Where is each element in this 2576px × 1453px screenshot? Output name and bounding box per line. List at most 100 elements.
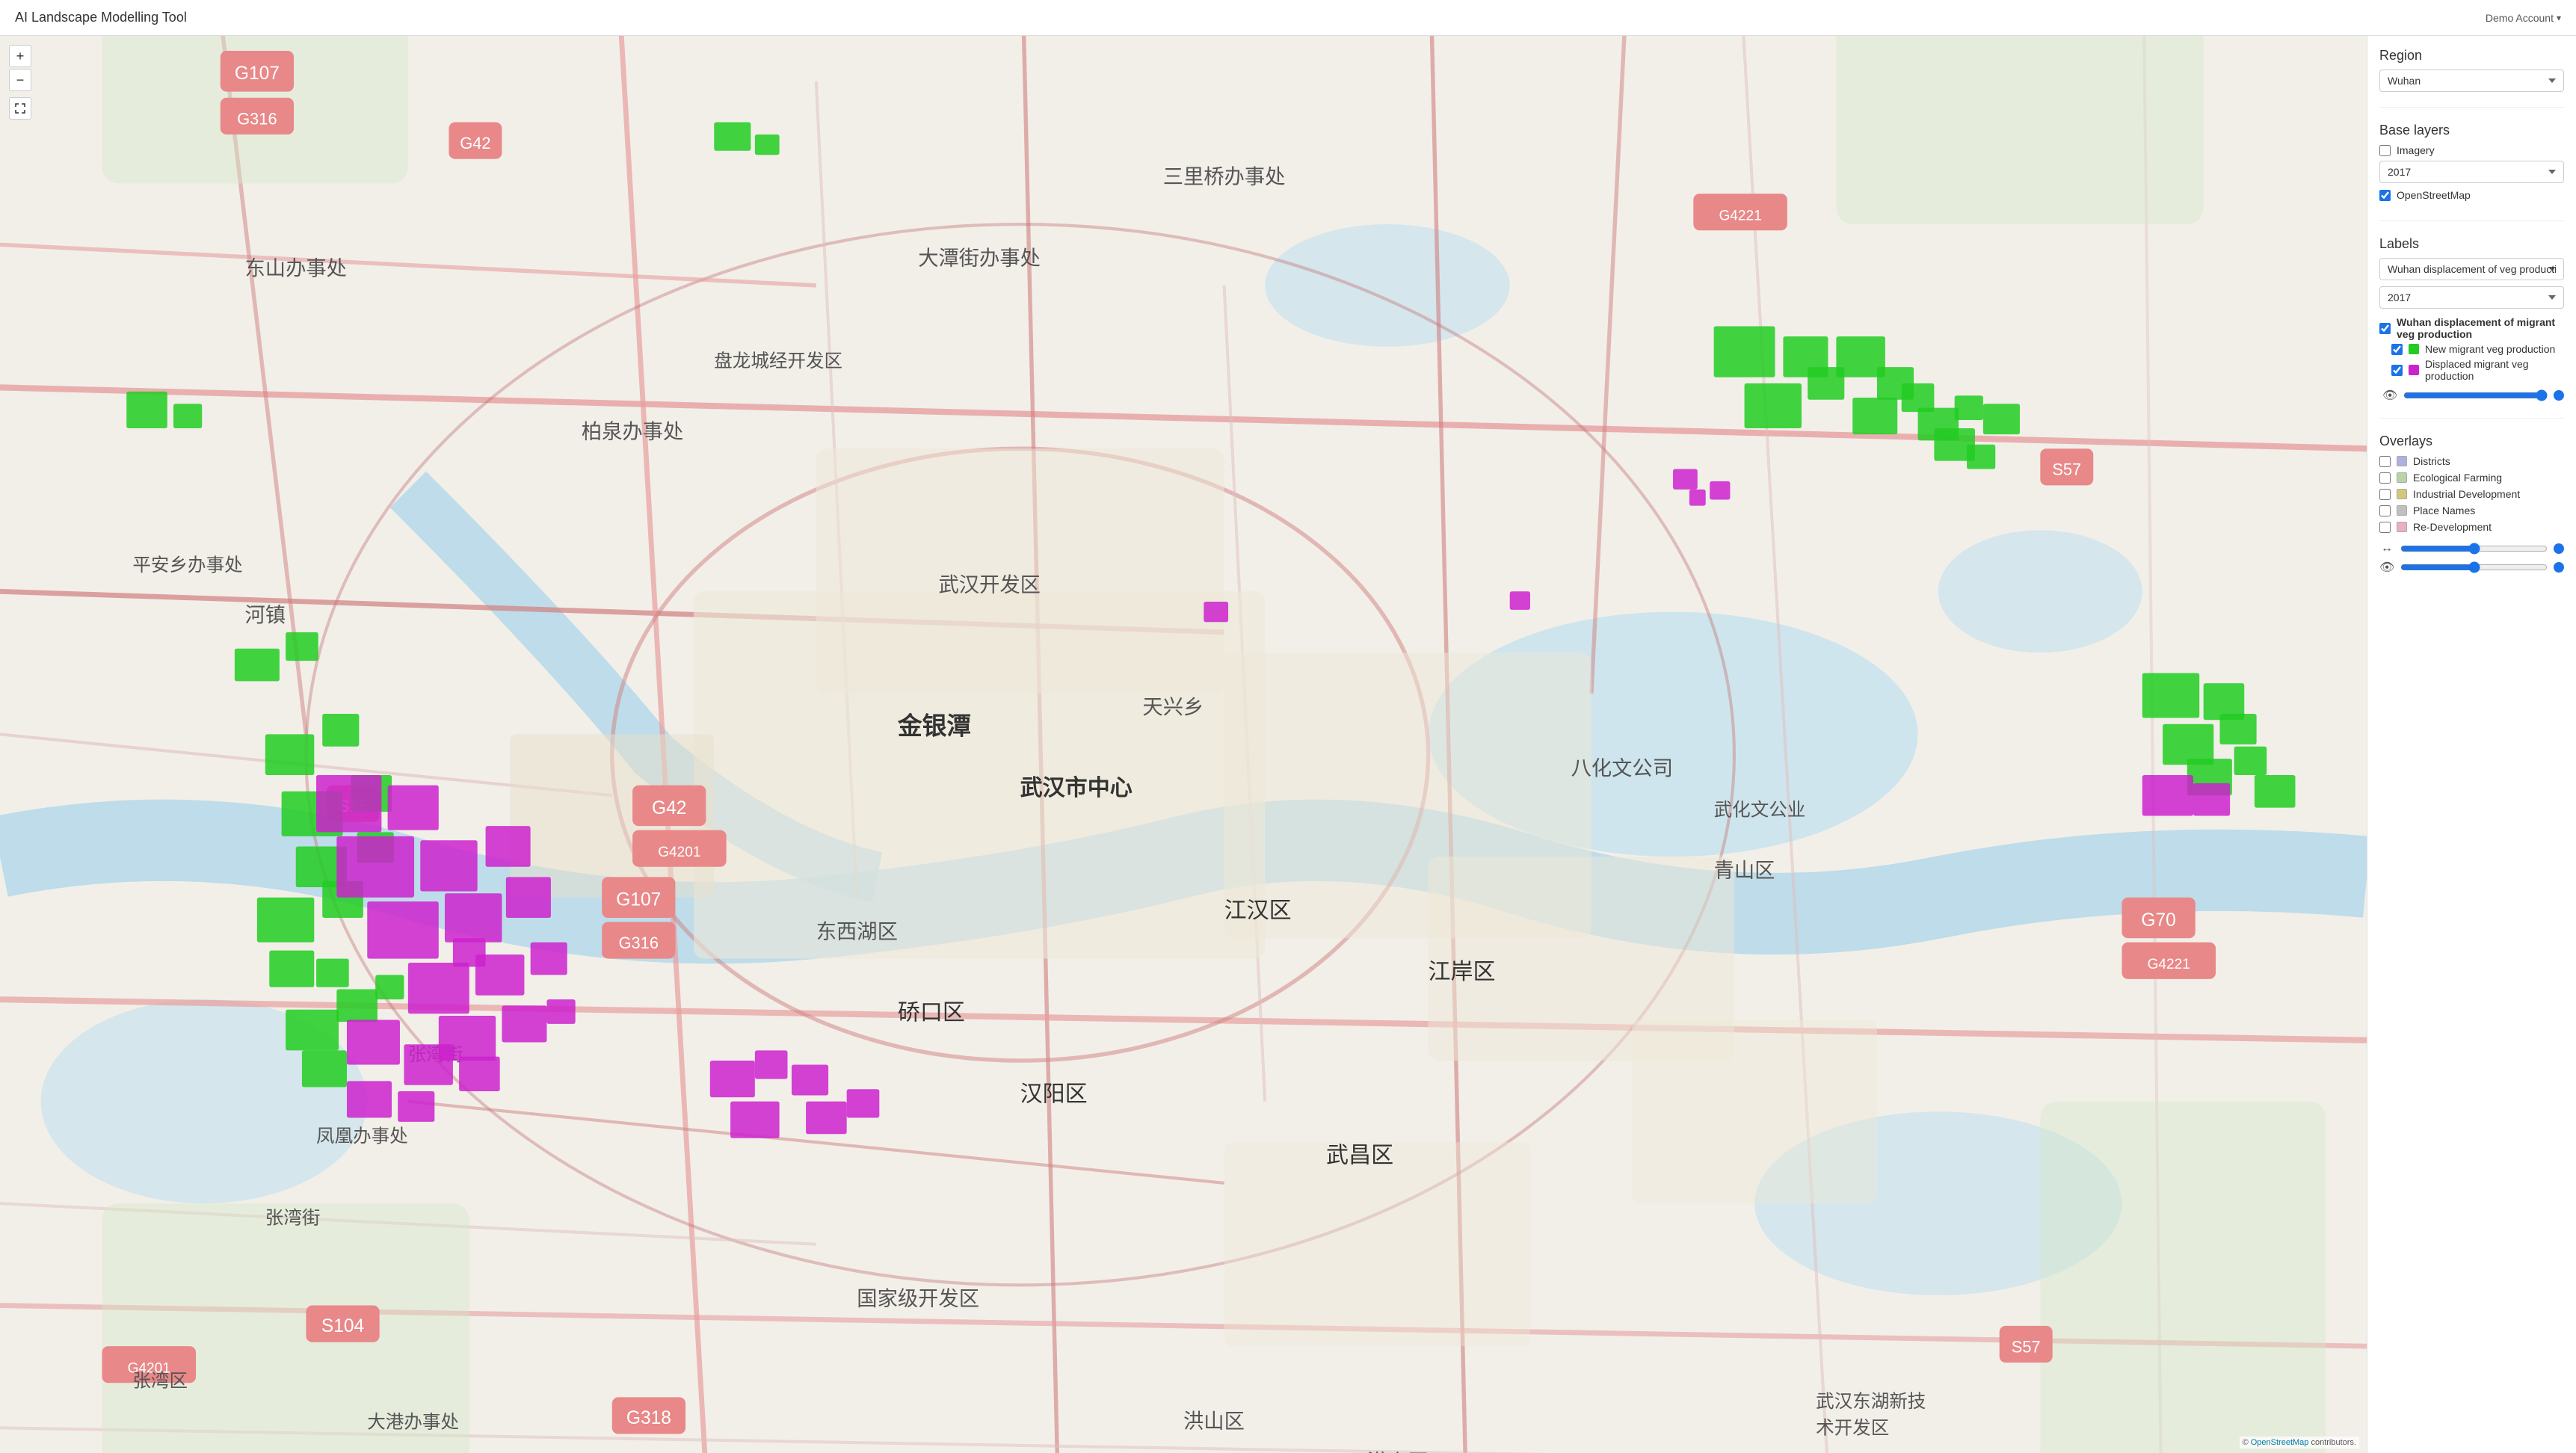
svg-text:S57: S57 <box>2012 1337 2041 1356</box>
labels-visibility-row: 👁 <box>2382 388 2564 403</box>
svg-text:武汉开发区: 武汉开发区 <box>938 573 1040 596</box>
svg-text:武汉东湖新技: 武汉东湖新技 <box>1816 1391 1926 1412</box>
app-title: AI Landscape Modelling Tool <box>15 10 187 25</box>
displaced-migrant-label[interactable]: Displaced migrant veg production <box>2425 358 2564 382</box>
svg-text:G318: G318 <box>626 1408 671 1428</box>
map-attribution: © OpenStreetMap contributors. <box>2240 1437 2359 1449</box>
labels-year-select[interactable]: 2017 2018 2019 <box>2379 286 2564 309</box>
svg-text:三里桥办事处: 三里桥办事处 <box>1163 164 1286 188</box>
displaced-migrant-checkbox[interactable] <box>2391 365 2403 376</box>
districts-row: Districts <box>2379 455 2564 467</box>
svg-text:金银潭: 金银潭 <box>897 712 971 739</box>
svg-text:青山区: 青山区 <box>1714 858 1775 881</box>
svg-text:G42: G42 <box>652 798 686 818</box>
svg-text:硚口区: 硚口区 <box>898 1000 965 1025</box>
svg-text:武汉市中心: 武汉市中心 <box>1020 775 1133 800</box>
osm-row: OpenStreetMap <box>2379 189 2564 201</box>
districts-swatch <box>2397 456 2407 466</box>
displaced-migrant-row: Displaced migrant veg production <box>2391 358 2564 382</box>
slider-dot-3 <box>2554 562 2564 573</box>
region-section: Region Wuhan Beijing Shanghai <box>2379 48 2564 92</box>
industrial-label[interactable]: Industrial Development <box>2413 488 2520 500</box>
districts-checkbox[interactable] <box>2379 456 2391 467</box>
overlays-position-slider[interactable] <box>2400 543 2548 555</box>
svg-text:盘龙城经开发区: 盘龙城经开发区 <box>714 351 842 371</box>
divider-2 <box>2379 220 2564 221</box>
redevelopment-checkbox[interactable] <box>2379 522 2391 533</box>
overlays-opacity-slider[interactable] <box>2400 561 2548 573</box>
map-container[interactable]: G107 G316 G42 G4201 G107 G316 G42 G70 G4… <box>0 36 2367 1453</box>
displaced-migrant-swatch <box>2409 365 2419 375</box>
industrial-checkbox[interactable] <box>2379 489 2391 500</box>
app-header: AI Landscape Modelling Tool Demo Account <box>0 0 2576 36</box>
redevelopment-label[interactable]: Re-Development <box>2413 521 2492 533</box>
labels-title: Labels <box>2379 236 2564 252</box>
svg-text:八化文公司: 八化文公司 <box>1571 756 1673 780</box>
labels-opacity-slider[interactable] <box>2403 389 2548 401</box>
imagery-checkbox[interactable] <box>2379 145 2391 156</box>
svg-text:江岸区: 江岸区 <box>1429 960 1496 984</box>
imagery-row: Imagery <box>2379 144 2564 156</box>
overlays-arrows-row: ↔ <box>2379 542 2564 555</box>
place-names-checkbox[interactable] <box>2379 505 2391 516</box>
svg-text:张湾街: 张湾街 <box>265 1207 321 1228</box>
wuhan-displacement-checkbox[interactable] <box>2379 323 2391 334</box>
new-migrant-row: New migrant veg production <box>2391 343 2564 355</box>
svg-text:河镇: 河镇 <box>245 603 286 626</box>
svg-text:G316: G316 <box>237 109 277 128</box>
industrial-row: Industrial Development <box>2379 488 2564 500</box>
svg-text:江汉区: 江汉区 <box>1224 898 1292 923</box>
sidebar: Region Wuhan Beijing Shanghai Base layer… <box>2367 36 2576 1453</box>
zoom-in-button[interactable]: + <box>9 45 31 67</box>
ecological-label[interactable]: Ecological Farming <box>2413 472 2502 484</box>
svg-text:凤凰办事处: 凤凰办事处 <box>316 1126 408 1147</box>
wuhan-displacement-label[interactable]: Wuhan displacement of migrant veg produc… <box>2397 316 2564 340</box>
map-controls: + − <box>9 45 31 120</box>
osm-link[interactable]: OpenStreetMap <box>2251 1438 2309 1447</box>
svg-text:东山办事处: 东山办事处 <box>245 256 347 280</box>
new-migrant-checkbox[interactable] <box>2391 344 2403 355</box>
zoom-out-button[interactable]: − <box>9 69 31 91</box>
place-names-row: Place Names <box>2379 505 2564 516</box>
slider-dot-2 <box>2554 543 2564 554</box>
labels-dropdown[interactable]: Wuhan displacement of veg productio Opti… <box>2379 258 2564 280</box>
svg-text:武昌区: 武昌区 <box>1326 1144 1393 1168</box>
region-select[interactable]: Wuhan Beijing Shanghai <box>2379 70 2564 92</box>
ecological-checkbox[interactable] <box>2379 472 2391 484</box>
imagery-year-select[interactable]: 2017 2018 2019 <box>2379 161 2564 183</box>
ecological-swatch <box>2397 472 2407 483</box>
svg-text:大潭街办事处: 大潭街办事处 <box>918 247 1041 270</box>
wuhan-displacement-row: Wuhan displacement of migrant veg produc… <box>2379 316 2564 340</box>
svg-text:G4221: G4221 <box>1719 209 1761 224</box>
svg-text:G42: G42 <box>460 134 490 152</box>
imagery-label[interactable]: Imagery <box>2397 144 2435 156</box>
osm-checkbox[interactable] <box>2379 190 2391 201</box>
osm-label[interactable]: OpenStreetMap <box>2397 189 2471 201</box>
place-names-swatch <box>2397 505 2407 516</box>
new-migrant-label[interactable]: New migrant veg production <box>2425 343 2555 355</box>
svg-text:G70: G70 <box>2141 910 2175 931</box>
svg-text:东西湖区: 东西湖区 <box>816 919 898 943</box>
svg-text:G107: G107 <box>235 64 280 84</box>
main-layout: G107 G316 G42 G4201 G107 G316 G42 G70 G4… <box>0 36 2576 1453</box>
svg-text:天兴乡: 天兴乡 <box>1142 695 1204 718</box>
svg-text:平安乡办事处: 平安乡办事处 <box>132 555 242 576</box>
account-menu[interactable]: Demo Account <box>2486 12 2561 24</box>
place-names-label[interactable]: Place Names <box>2413 505 2475 516</box>
svg-text:武化文公业: 武化文公业 <box>1714 800 1806 821</box>
ecological-row: Ecological Farming <box>2379 472 2564 484</box>
divider-3 <box>2379 418 2564 419</box>
svg-text:柏泉办事处: 柏泉办事处 <box>582 420 683 443</box>
eye-icon: 👁 <box>2382 388 2397 403</box>
redevelopment-swatch <box>2397 522 2407 532</box>
svg-text:G4201: G4201 <box>658 845 700 860</box>
svg-text:S104: S104 <box>321 1316 364 1336</box>
slider-dot <box>2554 390 2564 401</box>
region-title: Region <box>2379 48 2564 64</box>
fullscreen-button[interactable] <box>9 97 31 120</box>
svg-text:S57: S57 <box>2052 460 2081 479</box>
map-background: G107 G316 G42 G4201 G107 G316 G42 G70 G4… <box>0 36 2367 1453</box>
districts-label[interactable]: Districts <box>2413 455 2450 467</box>
labels-section: Labels Wuhan displacement of veg product… <box>2379 236 2564 403</box>
svg-text:洪山区: 洪山区 <box>1367 1450 1429 1453</box>
